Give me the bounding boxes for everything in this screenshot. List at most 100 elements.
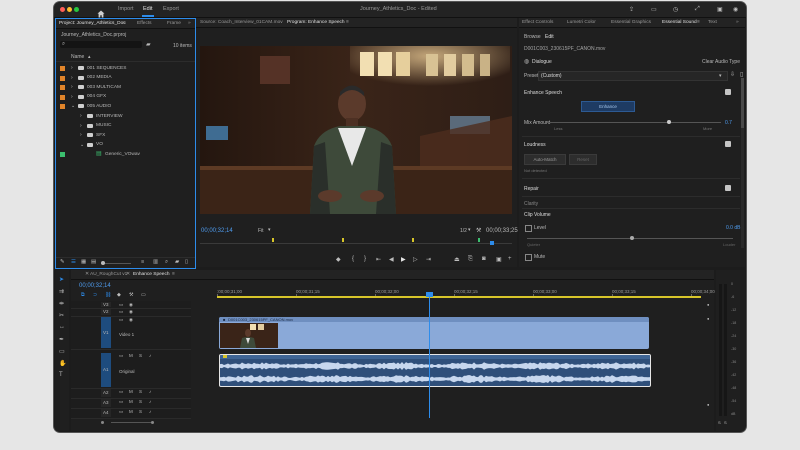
tab-project[interactable]: Project: Journey_Athletics_Doc (59, 21, 126, 26)
tab-text[interactable]: Text (708, 20, 717, 25)
scrub-playhead[interactable] (490, 241, 494, 245)
mute-button[interactable]: M (129, 409, 133, 414)
es-scrollbar[interactable] (741, 78, 744, 248)
new-bin-icon[interactable]: ▰ (146, 41, 151, 48)
solo-button[interactable]: S (139, 353, 142, 358)
hscroll-bar[interactable] (111, 422, 151, 423)
nav-import[interactable]: Import (118, 6, 134, 12)
mute-checkbox[interactable] (525, 254, 532, 261)
chevron-right-icon[interactable]: › (80, 113, 82, 119)
mute-button[interactable]: M (129, 389, 133, 394)
audio-clip[interactable] (219, 354, 651, 387)
notifications-icon[interactable]: ◉ (733, 6, 738, 13)
sync-lock-icon[interactable]: ▭ (119, 399, 123, 405)
automate-icon[interactable]: ▥ (153, 259, 158, 265)
chevron-down-icon[interactable]: ⌄ (71, 103, 75, 109)
hscroll-left[interactable] (101, 421, 104, 424)
es-overflow-icon[interactable]: » (736, 20, 739, 25)
sync-lock-icon[interactable]: ▭ (119, 409, 123, 415)
label-color-swatch[interactable] (60, 152, 65, 158)
level-checkbox[interactable] (525, 225, 532, 232)
loudness-checkbox[interactable] (725, 141, 731, 147)
close-active-sequence-icon[interactable]: ✕ (126, 272, 130, 277)
track-select-tool-icon[interactable]: ⇉ (59, 288, 64, 295)
nav-edit[interactable]: Edit (143, 6, 152, 12)
label-color-swatch[interactable] (60, 104, 65, 110)
es-scrollbar-thumb[interactable] (741, 78, 744, 128)
captions-icon[interactable]: ▭ (141, 292, 146, 298)
tab-lumetri-color[interactable]: Lumetri Color (567, 20, 596, 25)
subtab-edit[interactable]: Edit (545, 34, 554, 40)
eye-icon[interactable]: ◉ (129, 309, 133, 315)
zoom-window-button[interactable] (74, 7, 79, 12)
scroll-bottom-dot[interactable]: ● (707, 402, 709, 407)
add-marker-icon[interactable]: ◆ (336, 256, 341, 263)
voiceover-icon[interactable]: ♪ (149, 389, 151, 394)
column-name[interactable]: Name (71, 54, 84, 60)
chevron-down-icon[interactable]: ⌄ (80, 142, 84, 148)
chevron-right-icon[interactable]: › (71, 65, 73, 71)
project-item[interactable]: › 003 MULTICAM (56, 83, 195, 93)
tab-effect-controls[interactable]: Effect Controls (522, 20, 553, 25)
go-to-in-icon[interactable]: ⇤ (376, 256, 381, 263)
timeline-hscroll[interactable] (101, 420, 191, 424)
tab-enhance-speech[interactable]: Enhance Speech (133, 272, 170, 277)
eye-icon[interactable]: ◉ (129, 317, 133, 323)
go-to-out-icon[interactable]: ⇥ (426, 256, 431, 263)
solo-button[interactable]: S (139, 409, 142, 414)
voiceover-icon[interactable]: ♪ (149, 409, 151, 414)
timeline-vscroll[interactable]: ● ● ● (707, 302, 711, 412)
tab-effects[interactable]: Effects (137, 21, 152, 26)
level-value[interactable]: 0.0 dB (726, 225, 740, 231)
resolution-select[interactable]: 1/2 (460, 228, 467, 234)
level-handle[interactable] (630, 236, 634, 240)
scroll-mid-dot[interactable]: ● (707, 316, 709, 321)
project-item[interactable]: ⌄ 005 AUDIO (56, 102, 195, 112)
trash-icon[interactable]: ▯ (185, 259, 188, 265)
sync-lock-icon[interactable]: ▭ (119, 389, 123, 395)
new-bin-footer-icon[interactable]: ▰ (175, 259, 179, 265)
mix-amount-value[interactable]: 0.7 (725, 120, 732, 126)
project-item[interactable]: › 004 GFX (56, 93, 195, 103)
solo-button[interactable]: S (139, 399, 142, 404)
home-icon[interactable] (97, 5, 105, 18)
slip-tool-icon[interactable]: ↔ (59, 324, 65, 330)
level-slider[interactable] (527, 236, 733, 240)
mix-amount-slider[interactable] (547, 120, 721, 124)
settings-wrench-icon[interactable]: ⚒ (476, 227, 481, 234)
subtab-browse[interactable]: Browse (524, 34, 541, 40)
chevron-right-icon[interactable]: › (80, 123, 82, 129)
tab-source[interactable]: Source: Coach_Interview_01CAM.mov (200, 20, 283, 25)
resolution-dropdown-icon[interactable]: ▾ (468, 227, 471, 233)
timeline-playhead-handle[interactable] (426, 292, 433, 297)
snap-icon[interactable]: ⊃ (93, 292, 97, 298)
meter-solo-left[interactable]: S (718, 420, 721, 425)
step-forward-icon[interactable]: ▷ (413, 256, 418, 263)
sort-icon[interactable]: ▴ (88, 54, 91, 60)
project-item[interactable]: › MUSIC (56, 122, 195, 132)
enhance-button[interactable]: Enhance (581, 101, 635, 112)
mix-amount-handle[interactable] (667, 120, 671, 124)
hand-tool-icon[interactable]: ✋ (59, 360, 66, 367)
mark-in-icon[interactable]: { (352, 256, 354, 262)
voiceover-icon[interactable]: ♪ (149, 353, 151, 358)
comparison-view-icon[interactable]: ▣ (496, 256, 502, 263)
save-preset-icon[interactable]: ⇩ (730, 71, 735, 78)
label-color-swatch[interactable] (60, 85, 65, 91)
panel-overflow-icon[interactable]: » (188, 21, 191, 26)
zoom-slider[interactable] (101, 261, 131, 265)
es-menu-icon[interactable]: ≡ (697, 20, 700, 25)
chevron-right-icon[interactable]: › (71, 75, 73, 81)
workspace-icon[interactable]: ▭ (651, 6, 657, 13)
program-menu-icon[interactable]: ≡ (346, 20, 349, 25)
project-item[interactable]: › 001 SEQUENCES (56, 64, 195, 74)
auto-match-button[interactable]: Auto-Match (524, 154, 566, 165)
project-item[interactable]: ⌄ VO (56, 141, 195, 151)
hscroll-right[interactable] (151, 421, 154, 424)
lift-icon[interactable]: ⏏ (454, 256, 460, 263)
minimize-window-button[interactable] (67, 7, 72, 12)
timeline-timecode[interactable]: 00;00;32;14 (79, 283, 111, 289)
project-search-input[interactable]: ⌕ (60, 41, 142, 48)
chevron-right-icon[interactable]: › (80, 132, 82, 138)
fit-dropdown-icon[interactable]: ▾ (268, 227, 271, 233)
